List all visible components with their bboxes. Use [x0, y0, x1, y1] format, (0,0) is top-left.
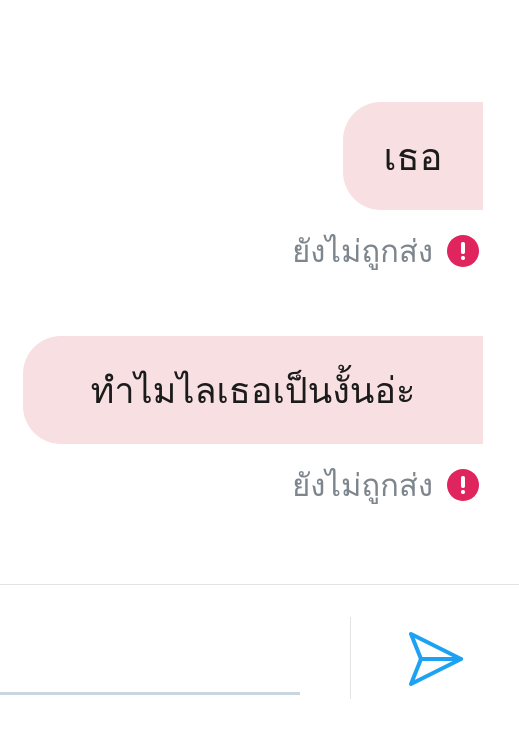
message-bubble[interactable]: เธอ — [343, 102, 483, 210]
send-button[interactable] — [396, 619, 476, 699]
message-status[interactable]: ยังไม่ถูกส่ง — [292, 460, 479, 510]
error-icon — [447, 235, 479, 267]
message-input[interactable] — [0, 615, 300, 695]
composer-divider — [350, 617, 351, 699]
message-text: ทำไมไลเธอเป็นงั้นอ่ะ — [90, 370, 416, 412]
chat-screen: เธอ ยังไม่ถูกส่ง ทำไมไลเธอเป็นงั้นอ่ะ ยั… — [0, 0, 519, 729]
error-icon — [447, 469, 479, 501]
send-icon — [409, 632, 463, 686]
message-text: เธอ — [383, 134, 443, 179]
status-text: ยังไม่ถูกส่ง — [292, 234, 433, 270]
message-bubble[interactable]: ทำไมไลเธอเป็นงั้นอ่ะ — [23, 336, 483, 444]
message-composer — [0, 584, 519, 729]
message-status[interactable]: ยังไม่ถูกส่ง — [292, 226, 479, 276]
status-text: ยังไม่ถูกส่ง — [292, 468, 433, 504]
